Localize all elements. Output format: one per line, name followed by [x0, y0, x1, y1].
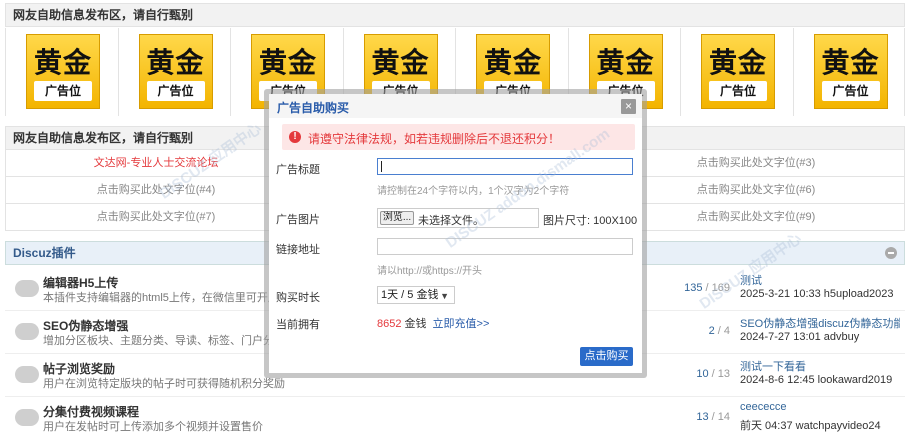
page: 网友自助信息发布区，请自行甄别 黄金广告位 黄金广告位 黄金广告位 黄金广告位 …	[0, 0, 910, 440]
forum-bubble-icon	[15, 366, 39, 383]
buy-button[interactable]: 点击购买	[580, 347, 633, 366]
browse-button[interactable]: 浏览...	[380, 211, 414, 225]
modal-header: 广告自助购买 ×	[269, 94, 642, 118]
badge-label: 广告位	[709, 81, 767, 101]
text-ad-link[interactable]: 文达网-专业人士交流论坛	[6, 150, 306, 176]
collapse-icon[interactable]	[885, 247, 897, 259]
owned-balance: 8652 金钱 立即充值>>	[377, 315, 489, 331]
latest-post-meta: 2025-3-21 10:33 h5upload2023	[740, 288, 894, 300]
section-title: 网友自助信息发布区，请自行甄别	[13, 131, 194, 145]
badge-text: 黄金	[33, 46, 92, 79]
ad-slot-1[interactable]: 黄金 广告位	[6, 28, 119, 116]
latest-post-link[interactable]: ceececce	[740, 401, 900, 413]
post-count: 13	[717, 368, 730, 380]
chevron-down-icon: ▼	[440, 291, 449, 301]
badge-label: 广告位	[34, 81, 92, 101]
ad-slot-8[interactable]: 黄金 广告位	[794, 28, 907, 116]
badge-text: 黄金	[258, 46, 317, 79]
badge-text: 黄金	[371, 46, 430, 79]
thread-count: 13	[696, 411, 709, 423]
thread-count: 10	[696, 368, 709, 380]
close-icon[interactable]: ×	[621, 99, 636, 114]
badge-text: 黄金	[596, 46, 655, 79]
ad-image-label: 广告图片	[276, 214, 320, 226]
forum-description: 用户在浏览特定版块的帖子时可获得随机积分奖励	[43, 378, 285, 390]
latest-post-link[interactable]: 测试一下看看	[740, 358, 900, 374]
text-ad-link[interactable]: 点击购买此处文字位(#4)	[6, 177, 306, 203]
badge-text: 黄金	[708, 46, 767, 79]
forum-counts: 10 / 13	[696, 368, 730, 380]
badge-text: 黄金	[483, 46, 542, 79]
owned-unit: 金钱	[404, 318, 427, 330]
link-input[interactable]	[377, 238, 633, 255]
badge-label: 广告位	[821, 81, 880, 101]
latest-post-meta: 2024-7-27 13:01 advbuy	[740, 331, 860, 343]
duration-select[interactable]: 1天 / 5 金钱 ▼	[377, 286, 455, 304]
ad-slot-7[interactable]: 黄金 广告位	[681, 28, 794, 116]
forum-description: 用户在发帖时可上传添加多个视频并设置售价	[43, 421, 263, 433]
forum-bubble-icon	[15, 409, 39, 426]
duration-value: 1天 / 5 金钱	[381, 289, 439, 301]
ad-image-file-input[interactable]: 浏览... 未选择文件。	[377, 208, 539, 228]
forum-bubble-icon	[15, 323, 39, 340]
section-header-ads: 网友自助信息发布区，请自行甄别	[5, 3, 905, 27]
badge-label: 广告位	[146, 81, 205, 101]
gold-ad-badge[interactable]: 黄金广告位	[701, 34, 775, 109]
gold-ad-badge[interactable]: 黄金广告位	[813, 34, 888, 109]
owned-label: 当前拥有	[276, 319, 320, 331]
recharge-link[interactable]: 立即充值>>	[433, 318, 490, 330]
text-ad-link[interactable]: 点击购买此处文字位(#6)	[606, 177, 906, 203]
forum-counts: 2 / 4	[708, 325, 730, 337]
duration-label: 购买时长	[276, 292, 320, 304]
text-caret	[381, 161, 382, 172]
image-size-note: 图片尺寸: 100X100	[543, 215, 638, 227]
badge-text: 黄金	[146, 46, 205, 79]
badge-text: 黄金	[821, 46, 880, 79]
owned-amount: 8652	[377, 318, 402, 330]
forum-bubble-icon	[15, 280, 39, 297]
link-label: 链接地址	[276, 244, 320, 256]
text-ad-link[interactable]: 点击购买此处文字位(#3)	[606, 150, 906, 176]
latest-post-meta: 前天 04:37 watchpayvideo24	[740, 420, 881, 432]
text-ad-link[interactable]: 点击购买此处文字位(#7)	[6, 204, 306, 230]
text-ad-link[interactable]: 点击购买此处文字位(#9)	[606, 204, 906, 230]
ad-slot-2[interactable]: 黄金 广告位	[119, 28, 231, 116]
thread-count: 2	[708, 325, 715, 337]
section-title: 网友自助信息发布区，请自行甄别	[13, 8, 194, 22]
forum-row: 分集付费视频课程 用户在发帖时可上传添加多个视频并设置售价 13 / 14 ce…	[5, 397, 905, 440]
modal-title: 广告自助购买	[277, 101, 350, 115]
plugins-title[interactable]: Discuz插件	[13, 246, 76, 260]
post-count: 4	[723, 325, 730, 337]
latest-post-meta: 2024-8-6 12:45 lookaward2019	[740, 374, 893, 386]
link-hint: 请以http://或https://开头	[377, 266, 483, 277]
gold-ad-badge[interactable]: 黄金广告位	[26, 34, 100, 109]
post-count: 14	[717, 411, 730, 423]
ad-title-input[interactable]	[377, 158, 633, 175]
ad-title-label: 广告标题	[276, 164, 320, 176]
latest-post-link[interactable]: 测试	[740, 272, 900, 288]
latest-post-link[interactable]: SEO伪静态增强discuz伪静态功能 ...	[740, 315, 900, 331]
warning-icon: !	[289, 131, 301, 143]
warning-text: 请遵守法律法规，如若违规删除后不退还积分！	[308, 132, 561, 146]
gold-ad-badge[interactable]: 黄金广告位	[138, 34, 213, 109]
forum-counts: 13 / 14	[696, 411, 730, 423]
